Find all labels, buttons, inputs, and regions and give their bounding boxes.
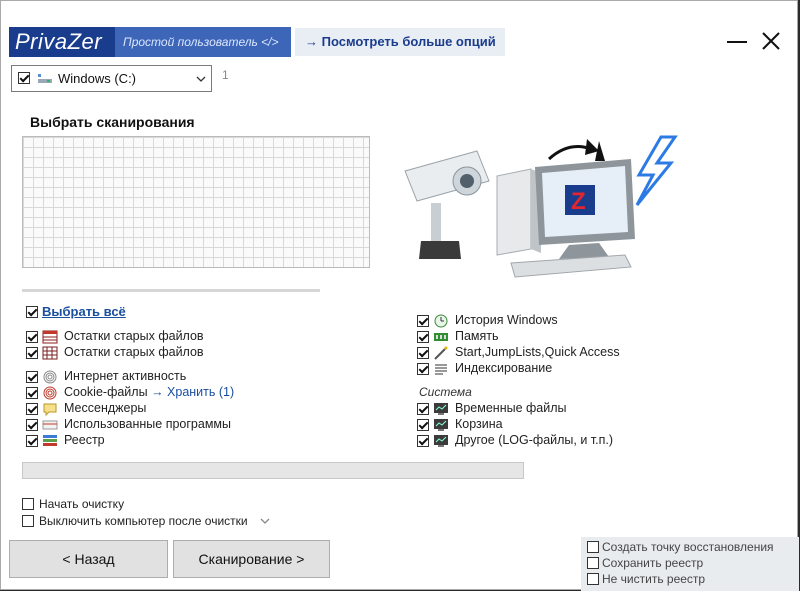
start-clean-label: Начать очистку xyxy=(39,497,125,511)
camera-computer-illustration: Z xyxy=(404,135,678,278)
no-clean-registry-label: Не чистить реестр xyxy=(602,572,706,586)
clock-icon xyxy=(434,314,448,328)
more-options-button[interactable]: → Посмотреть больше опций xyxy=(295,28,505,56)
drive-icon xyxy=(38,74,52,83)
item-checkbox[interactable] xyxy=(417,347,429,359)
minimize-icon[interactable] xyxy=(727,41,747,43)
item-label: Start,JumpLists,Quick Access xyxy=(455,345,620,359)
item-label: Индексирование xyxy=(455,361,553,375)
item-checkbox[interactable] xyxy=(26,347,38,359)
item-checkbox[interactable] xyxy=(417,419,429,431)
item-checkbox[interactable] xyxy=(417,403,429,415)
item-checkbox[interactable] xyxy=(417,331,429,343)
item-checkbox[interactable] xyxy=(417,315,429,327)
monitor-icon xyxy=(434,435,448,447)
fingerprint-icon xyxy=(43,370,57,384)
drive-select[interactable]: Windows (C:) xyxy=(11,65,212,92)
save-registry-checkbox[interactable] xyxy=(587,557,599,569)
security-camera-icon xyxy=(404,150,490,259)
chevron-down-icon[interactable] xyxy=(196,76,206,82)
item-label: Корзина xyxy=(455,417,503,431)
monitor-icon xyxy=(434,403,448,415)
back-button[interactable]: < Назад xyxy=(9,540,168,578)
scan-progress-bar xyxy=(22,462,524,479)
start-clean-checkbox[interactable] xyxy=(22,498,34,510)
item-label: Использованные программы xyxy=(64,417,232,431)
item-label: Реестр xyxy=(64,433,105,447)
no-clean-registry-checkbox[interactable] xyxy=(587,573,599,585)
lightning-icon xyxy=(635,135,678,206)
registry-icon xyxy=(43,435,57,446)
shutdown-label: Выключить компьютер после очистки xyxy=(39,514,248,528)
cookie-fingerprint-icon xyxy=(43,386,57,400)
item-label: Cookie-файлы → Хранить (1) xyxy=(64,385,234,399)
restore-point-checkbox[interactable] xyxy=(587,541,599,553)
drive-checkbox[interactable] xyxy=(18,72,30,84)
table-icon xyxy=(42,330,58,344)
keep-cookies-link[interactable]: → Хранить (1) xyxy=(151,385,234,399)
cookie-label: Cookie-файлы xyxy=(64,385,148,399)
item-label: Временные файлы xyxy=(455,401,567,415)
chevron-down-icon[interactable] xyxy=(260,518,270,524)
privazer-window: PrivaZer Простой пользователь </> → Посм… xyxy=(0,0,799,591)
programs-icon xyxy=(42,420,58,430)
item-label: История Windows xyxy=(455,313,558,327)
user-mode-toggle[interactable]: Простой пользователь </> xyxy=(115,27,291,57)
item-checkbox[interactable] xyxy=(26,435,38,447)
drive-count: 1 xyxy=(222,68,229,82)
item-checkbox[interactable] xyxy=(417,435,429,447)
select-all-link[interactable]: Выбрать всё xyxy=(42,304,126,319)
chat-icon xyxy=(43,403,57,416)
scan-grid xyxy=(22,136,370,268)
shutdown-checkbox[interactable] xyxy=(22,515,34,527)
system-section-label: Система xyxy=(419,385,472,399)
item-checkbox[interactable] xyxy=(26,371,38,383)
divider xyxy=(22,289,320,292)
monitor-icon xyxy=(434,419,448,431)
item-checkbox[interactable] xyxy=(26,387,38,399)
item-label: Память xyxy=(455,329,499,343)
item-checkbox[interactable] xyxy=(26,331,38,343)
memory-icon xyxy=(434,333,448,341)
svg-text:Z: Z xyxy=(571,188,586,215)
item-label: Интернет активность xyxy=(64,369,187,383)
select-all-checkbox[interactable] xyxy=(26,306,38,318)
item-label: Остатки старых файлов xyxy=(64,329,204,343)
item-checkbox[interactable] xyxy=(26,419,38,431)
save-registry-label: Сохранить реестр xyxy=(602,556,704,570)
restore-point-label: Создать точку восстановления xyxy=(602,540,774,554)
item-checkbox[interactable] xyxy=(417,363,429,375)
privazer-logo: PrivaZer xyxy=(9,27,115,57)
close-icon[interactable] xyxy=(759,29,783,53)
drive-label: Windows (C:) xyxy=(58,71,137,86)
wand-icon xyxy=(434,346,448,360)
item-label: Остатки старых файлов xyxy=(64,345,204,359)
computer-tower-icon xyxy=(496,168,541,256)
item-label: Мессенджеры xyxy=(64,401,147,415)
list-icon xyxy=(435,364,447,375)
scan-button[interactable]: Сканирование > xyxy=(173,540,330,578)
item-checkbox[interactable] xyxy=(26,403,38,415)
registry-options-panel: Создать точку восстановления Сохранить р… xyxy=(581,537,799,591)
scan-title: Выбрать сканирования xyxy=(30,114,195,130)
item-label: Другое (LOG-файлы, и т.п.) xyxy=(455,433,614,447)
grid-icon xyxy=(42,346,58,360)
